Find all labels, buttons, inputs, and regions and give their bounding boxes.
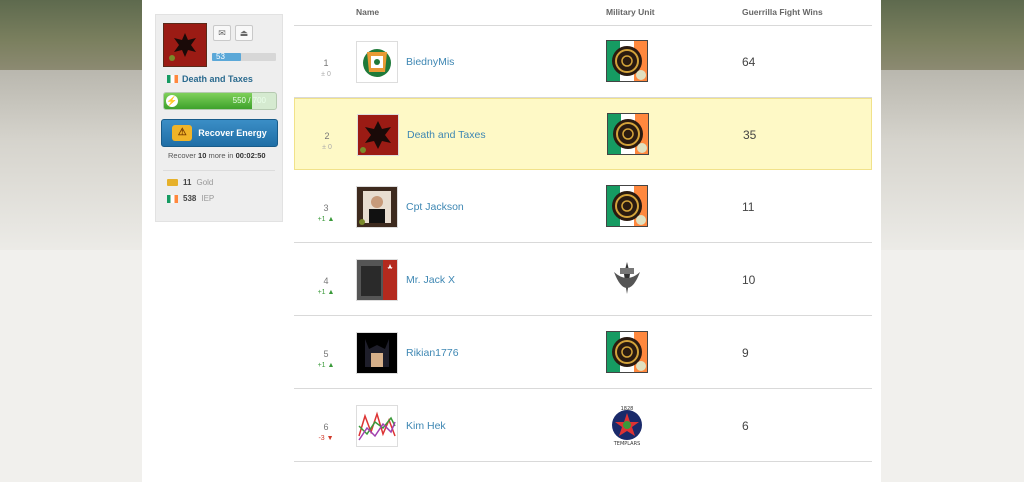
arrow-up-icon: ▲ (325, 289, 335, 296)
guerrilla-wins: 11 (742, 200, 755, 214)
recover-prefix: Recover (168, 151, 196, 160)
rank-change-value: ± 0 (322, 144, 332, 151)
ireland-flag-icon (167, 75, 178, 83)
recover-time: 00:02:50 (235, 151, 266, 160)
recover-energy-label: Recover Energy (198, 128, 267, 138)
gold-row: 11 Gold (167, 178, 213, 187)
iep-label: IEP (201, 194, 215, 203)
guerrilla-wins: 6 (742, 419, 749, 433)
messages-button[interactable]: ✉ (213, 25, 231, 41)
player-name-link[interactable]: Death and Taxes (407, 129, 486, 141)
gold-amount: 11 (183, 178, 192, 187)
food-warning-icon: ⚠ (172, 125, 193, 141)
rank-change: +1 ▲ (314, 289, 338, 296)
header-military-unit: Military Unit (606, 7, 655, 17)
guerrilla-wins: 64 (742, 55, 756, 69)
player-name-link[interactable]: Rikian1776 (406, 347, 459, 359)
ireland-flag-icon (167, 194, 178, 203)
guerrilla-wins: 10 (742, 273, 756, 287)
table-row: 6 -3 ▼ Kim Hek TEMPLARS 1828 6 (294, 390, 872, 462)
horde-emblem-icon (169, 33, 196, 61)
player-avatar[interactable] (356, 186, 398, 228)
military-unit-icon[interactable]: TEMPLARS 1828 (606, 404, 648, 446)
rank-change: -3 ▼ (314, 435, 338, 442)
military-unit-icon[interactable] (606, 40, 648, 82)
rank-number: 4 (323, 276, 329, 286)
player-avatar[interactable] (163, 23, 207, 67)
player-name-row[interactable]: Death and Taxes (167, 74, 253, 84)
energy-bar: ⚡ 550 / 700 (163, 92, 277, 110)
table-row: 4 +1 ▲ Mr. Jack X 10 (294, 244, 872, 316)
player-name-link[interactable]: Kim Hek (406, 420, 446, 432)
guerrilla-wins: 35 (743, 128, 757, 142)
recover-energy-button[interactable]: ⚠ Recover Energy (161, 119, 278, 147)
rank-number: 1 (323, 58, 329, 68)
gold-label: Gold (196, 178, 214, 187)
iep-row: 538 IEP (167, 194, 214, 203)
recover-info: Recover 10 more in 00:02:50 (168, 151, 266, 160)
rank-change-value: ± 0 (321, 71, 331, 78)
player-avatar[interactable] (356, 405, 398, 447)
player-avatar[interactable] (357, 114, 399, 156)
xp-bar: 53 (212, 52, 276, 61)
iep-amount: 538 (183, 194, 197, 203)
divider (163, 170, 275, 171)
rank-change-value: +1 (317, 362, 326, 369)
rank-number: 2 (324, 131, 330, 141)
rank-change: +1 ▲ (314, 362, 338, 369)
alerts-button[interactable]: ⏏ (235, 25, 253, 41)
lightning-icon: ⚡ (166, 95, 178, 107)
energy-text: 550 / 700 (232, 96, 266, 105)
gold-icon (167, 179, 178, 186)
table-row: 2 ± 0 Death and Taxes 35 (294, 98, 872, 170)
svg-text:TEMPLARS: TEMPLARS (613, 441, 641, 446)
header-name: Name (356, 7, 380, 17)
svg-text:1828: 1828 (621, 406, 634, 412)
player-name[interactable]: Death and Taxes (182, 74, 253, 84)
player-name-link[interactable]: Mr. Jack X (406, 274, 455, 286)
rank-number: 3 (323, 203, 329, 213)
arrow-up-icon: ▲ (325, 216, 335, 223)
table-row: 3 +1 ▲ Cpt Jackson 11 (294, 171, 872, 243)
player-name-link[interactable]: BiednyMis (406, 56, 454, 68)
arrow-down-icon: ▼ (324, 435, 334, 442)
table-row: 1 ± 0 BiednyMis 64 (294, 26, 872, 98)
rank-number: 6 (323, 422, 329, 432)
recover-mid: more in (208, 151, 234, 160)
rankings-table: Name Military Unit Guerrilla Fight Wins … (294, 0, 872, 482)
rank-number: 5 (323, 349, 329, 359)
rank-change-value: +1 (317, 289, 326, 296)
guerrilla-wins: 9 (742, 346, 749, 360)
recover-amount: 10 (198, 151, 207, 160)
xp-level: 53 (216, 52, 225, 61)
military-unit-icon[interactable] (607, 113, 649, 155)
player-name-link[interactable]: Cpt Jackson (406, 201, 464, 213)
arrow-up-icon: ▲ (325, 362, 335, 369)
rank-change: ± 0 (314, 71, 338, 78)
military-unit-icon[interactable] (606, 331, 648, 373)
rank-change: ± 0 (315, 144, 339, 151)
player-avatar[interactable] (356, 41, 398, 83)
player-avatar[interactable] (356, 259, 398, 301)
player-avatar[interactable] (356, 332, 398, 374)
military-unit-icon[interactable] (606, 258, 648, 300)
table-row: 5 +1 ▲ Rikian1776 9 (294, 317, 872, 389)
rank-change-value: +1 (317, 216, 326, 223)
military-unit-icon[interactable] (606, 185, 648, 227)
header-wins: Guerrilla Fight Wins (742, 7, 823, 17)
rank-change: +1 ▲ (314, 216, 338, 223)
player-sidebar: ✉ ⏏ 53 Death and Taxes ⚡ 550 / 700 ⚠ Rec… (155, 14, 283, 222)
